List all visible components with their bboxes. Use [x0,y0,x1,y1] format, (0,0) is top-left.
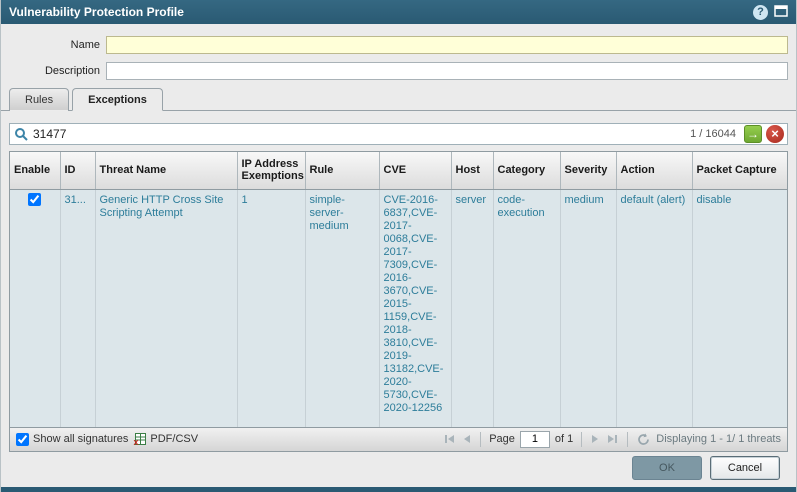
next-page-button[interactable] [590,434,601,444]
column-header-id[interactable]: ID [60,152,95,189]
cancel-button[interactable]: Cancel [710,456,780,480]
last-page-button[interactable] [606,434,619,444]
dialog-buttons: OK Cancel [632,456,780,480]
search-icon[interactable] [14,127,29,142]
search-input[interactable] [33,125,686,143]
vulnerability-protection-profile-dialog: Vulnerability Protection Profile ? Name … [0,0,797,492]
category-cell: code-execution [493,189,560,419]
help-icon[interactable]: ? [753,5,768,20]
page-of-label: of 1 [555,433,573,445]
host-cell: server [451,189,493,419]
table-row: 31... Generic HTTP Cross Site Scripting … [10,189,787,419]
table-header-row: Enable ID Threat Name IP Address Exempti… [10,152,787,189]
show-all-signatures-label: Show all signatures [33,433,128,445]
titlebar-icons: ? [753,5,788,20]
search-clear-button[interactable]: × [766,125,784,143]
search-go-button[interactable]: → [744,125,762,143]
pdf-csv-export[interactable]: x PDF/CSV [133,432,198,446]
column-header-severity[interactable]: Severity [560,152,616,189]
threat-name-link[interactable]: Generic HTTP Cross Site Scripting Attemp… [95,189,237,419]
packet-capture-cell: disable [692,189,787,419]
severity-cell: medium [560,189,616,419]
previous-page-button[interactable] [461,434,472,444]
pdf-csv-label: PDF/CSV [150,433,198,445]
show-all-signatures-checkbox[interactable] [16,433,29,446]
grid-footer-toolbar: Show all signatures x PDF/CSV Page of 1 [10,427,787,451]
name-label: Name [1,39,106,51]
column-header-category[interactable]: Category [493,152,560,189]
tab-strip: Rules Exceptions [1,88,796,111]
tab-exceptions[interactable]: Exceptions [72,88,163,111]
ip-exemptions-cell: 1 [237,189,305,419]
description-input[interactable] [106,62,788,80]
svg-text:x: x [134,437,139,446]
action-cell: default (alert) [616,189,692,419]
first-page-button[interactable] [443,434,456,444]
refresh-icon[interactable] [636,433,651,446]
column-header-cve[interactable]: CVE [379,152,451,189]
pdf-csv-icon: x [133,432,147,446]
rule-cell: simple-server-medium [305,189,379,419]
column-header-ip-address-exemptions[interactable]: IP Address Exemptions [237,152,305,189]
name-input[interactable] [106,36,788,54]
exceptions-table: Enable ID Threat Name IP Address Exempti… [10,152,787,427]
description-row: Description [1,62,788,80]
enable-cell [10,189,60,419]
column-header-packet-capture[interactable]: Packet Capture [692,152,787,189]
dock-window-icon[interactable] [774,5,788,20]
displaying-count-text: Displaying 1 - 1/ 1 threats [656,433,781,445]
exceptions-grid: Enable ID Threat Name IP Address Exempti… [9,151,788,452]
search-result-count: 1 / 16044 [690,128,736,140]
profile-form: Name Description [1,24,796,80]
ok-button[interactable]: OK [632,456,702,480]
dialog-bottom-edge [1,487,796,492]
description-label: Description [1,65,106,77]
dialog-titlebar: Vulnerability Protection Profile ? [1,0,796,24]
column-header-threat-name[interactable]: Threat Name [95,152,237,189]
column-header-action[interactable]: Action [616,152,692,189]
column-header-host[interactable]: Host [451,152,493,189]
column-header-enable[interactable]: Enable [10,152,60,189]
name-row: Name [1,36,788,54]
cve-cell: CVE-2016-6837,CVE-2017-0068,CVE-2017-730… [379,189,451,419]
page-number-input[interactable] [520,431,550,448]
dialog-title: Vulnerability Protection Profile [9,5,184,19]
threat-id-link[interactable]: 31... [60,189,95,419]
enable-checkbox[interactable] [28,193,41,206]
page-label: Page [489,433,515,445]
show-all-signatures: Show all signatures [16,433,128,446]
tab-rules[interactable]: Rules [9,88,69,111]
empty-grid-area [10,419,787,427]
search-bar: 1 / 16044 → × [9,123,788,145]
column-header-rule[interactable]: Rule [305,152,379,189]
